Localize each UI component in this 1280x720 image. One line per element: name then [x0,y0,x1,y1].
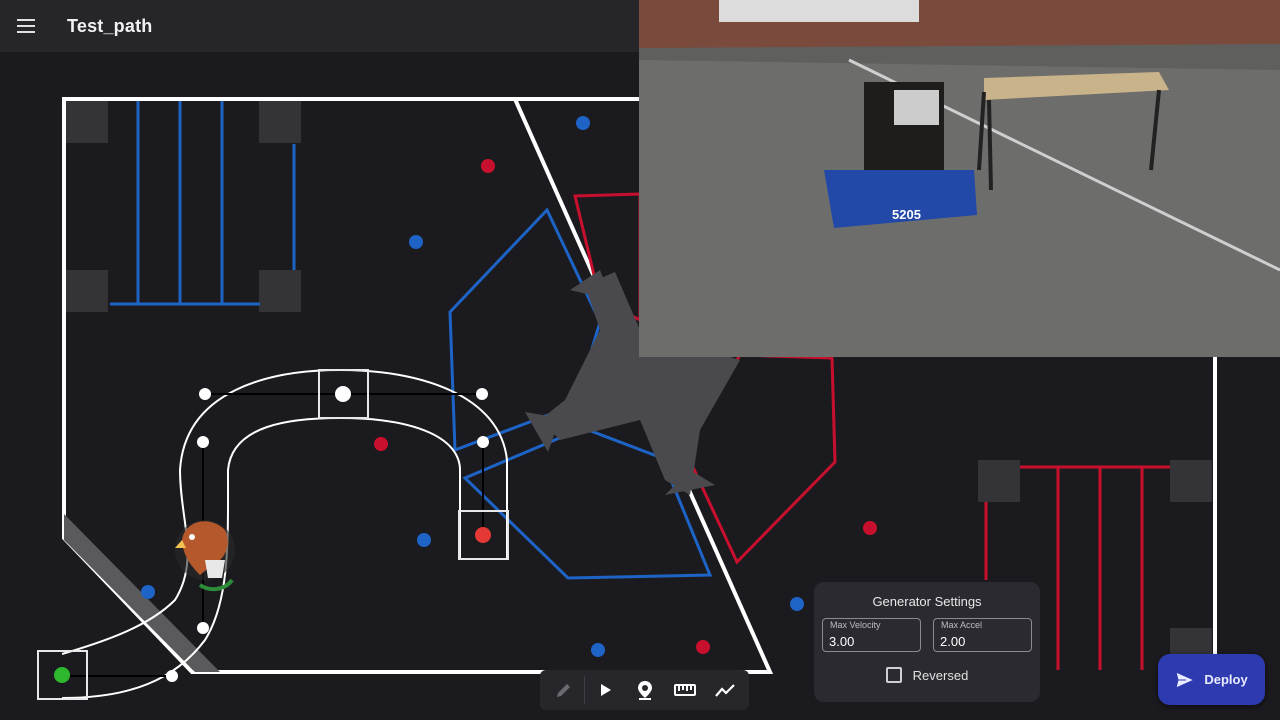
max-velocity-field[interactable]: Max Velocity [822,618,921,652]
send-icon [1175,670,1196,689]
waypoint-boxes [37,369,509,700]
add-waypoint-button[interactable] [625,670,665,710]
deploy-label: Deploy [1204,672,1248,687]
start-waypoint[interactable] [54,667,70,683]
camera-feed: 5205 [639,0,1280,357]
generator-settings-panel: Generator Settings Max Velocity Max Acce… [814,582,1040,702]
end-waypoint[interactable] [475,527,491,543]
robot-number: 5205 [892,207,921,222]
max-accel-label: Max Accel [941,620,983,630]
reversed-row: Reversed [822,667,1032,683]
hamburger-menu-icon [17,19,35,33]
max-velocity-label: Max Velocity [830,620,881,630]
play-icon [601,684,611,696]
location-pin-icon [638,681,652,700]
ruler-icon [674,684,696,696]
blue-alliance-station [66,101,301,312]
generator-fields: Max Velocity Max Accel [822,618,1032,652]
measure-button[interactable] [665,670,705,710]
play-button[interactable] [585,670,625,710]
generator-settings-title: Generator Settings [872,594,982,609]
path-planner-app: Test_path 5205 Generator Settings Max Ve… [0,0,1280,720]
path-title: Test_path [67,15,153,36]
max-velocity-input[interactable] [829,633,915,649]
edit-tool-button[interactable] [544,670,584,710]
menu-button[interactable] [0,0,52,52]
max-accel-input[interactable] [940,633,1026,649]
pencil-icon [557,684,570,697]
graph-icon [715,684,735,697]
editor-toolbar [540,670,749,710]
trajectory-path [61,368,508,699]
graph-button[interactable] [705,670,745,710]
deploy-button[interactable]: Deploy [1158,654,1265,705]
reversed-label: Reversed [912,667,969,683]
max-accel-field[interactable]: Max Accel [933,618,1032,652]
reversed-checkbox[interactable] [885,667,902,683]
